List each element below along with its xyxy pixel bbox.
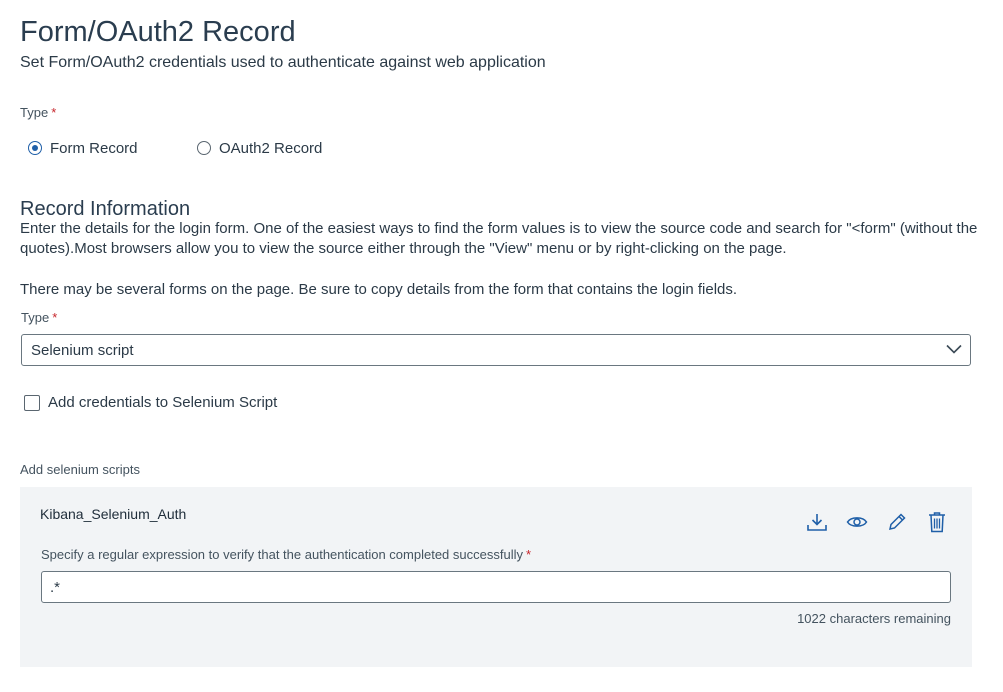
radio-checked-icon[interactable]: [28, 141, 42, 155]
required-mark: *: [51, 105, 57, 120]
record-type-select[interactable]: Selenium script: [21, 334, 971, 366]
eye-icon[interactable]: [845, 510, 869, 534]
record-information-note: There may be several forms on the page. …: [20, 281, 738, 298]
add-credentials-checkbox-label: Add credentials to Selenium Script: [48, 394, 278, 411]
required-mark: *: [52, 310, 58, 325]
characters-remaining: 1022 characters remaining: [797, 611, 951, 626]
radio-unchecked-icon[interactable]: [197, 141, 211, 155]
pencil-icon[interactable]: [885, 510, 909, 534]
page-title: Form/OAuth2 Record: [20, 16, 296, 48]
regex-input[interactable]: [41, 571, 951, 603]
record-type-label-text: Type: [21, 310, 50, 325]
radio-form-record[interactable]: Form Record: [28, 136, 138, 160]
required-mark: *: [525, 547, 532, 562]
regex-label-text: Specify a regular expression to verify t…: [41, 547, 523, 562]
radio-form-record-label: Form Record: [50, 139, 138, 157]
record-information-title: Record Information: [20, 198, 191, 220]
radio-oauth2-record-label: OAuth2 Record: [219, 139, 323, 157]
add-credentials-checkbox[interactable]: [24, 394, 40, 411]
trash-icon[interactable]: [925, 510, 949, 534]
record-type-label: Type *: [21, 310, 57, 326]
download-icon[interactable]: [805, 510, 829, 534]
selenium-script-name: Kibana_Selenium_Auth: [40, 506, 187, 522]
radio-oauth2-record[interactable]: OAuth2 Record: [197, 136, 322, 160]
page-subtitle: Set Form/OAuth2 credentials used to auth…: [20, 54, 546, 71]
chevron-down-icon[interactable]: [946, 341, 962, 359]
add-credentials-checkbox-row[interactable]: Add credentials to Selenium Script: [24, 394, 277, 411]
regex-label: Specify a regular expression to verify t…: [41, 547, 531, 562]
add-selenium-scripts-label: Add selenium scripts: [20, 462, 140, 477]
type-label: Type *: [20, 105, 56, 121]
record-information-description: Enter the details for the login form. On…: [20, 220, 978, 257]
record-type-select-value: Selenium script: [31, 341, 134, 359]
type-label-text: Type: [20, 105, 49, 120]
